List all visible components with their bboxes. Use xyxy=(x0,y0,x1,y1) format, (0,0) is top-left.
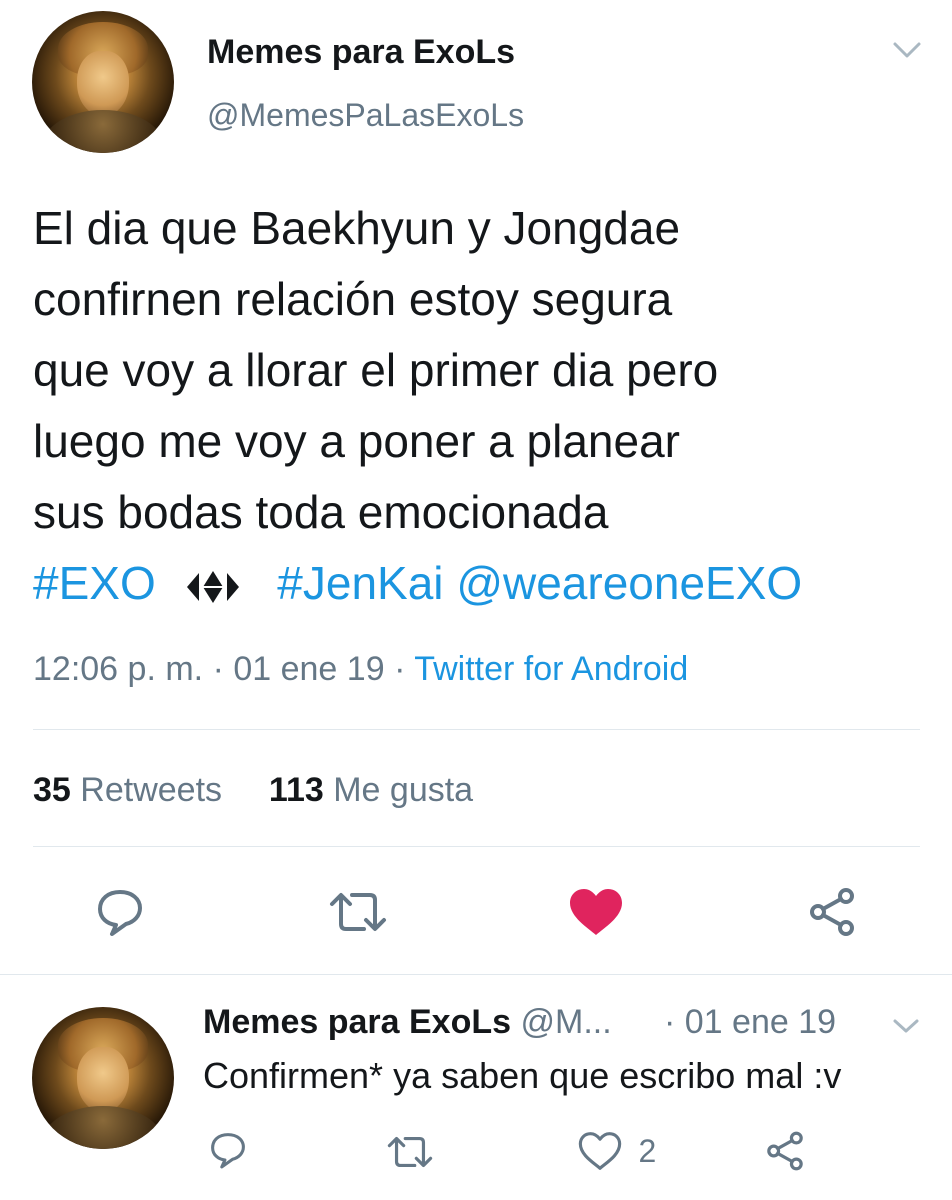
display-name[interactable]: Memes para ExoLs xyxy=(207,33,515,72)
reply-user-handle[interactable]: @M... xyxy=(520,1003,611,1041)
heart-icon xyxy=(578,1132,622,1170)
exo-logo-icon xyxy=(186,570,239,603)
likes-label: Me gusta xyxy=(333,771,474,809)
tweet-tags-line: #EXO #JenKai @weareoneEXO xyxy=(33,548,933,619)
likes-count: 113 xyxy=(268,771,324,809)
share-icon[interactable] xyxy=(764,1130,806,1172)
retweets-count: 35 xyxy=(33,771,71,809)
tweet-text-line: confirnen relación estoy segura xyxy=(33,273,673,325)
retweets-stat[interactable]: 35 Retweets xyxy=(33,771,231,809)
reply-icon[interactable] xyxy=(94,886,146,938)
reply-display-name[interactable]: Memes para ExoLs xyxy=(203,1003,511,1041)
retweet-icon[interactable] xyxy=(328,888,388,936)
heart-icon[interactable] xyxy=(568,887,624,937)
retweet-icon[interactable] xyxy=(386,1133,434,1171)
hashtag-jenkai[interactable]: #JenKai xyxy=(277,557,443,609)
tweet-text-line: sus bodas toda emocionada xyxy=(33,486,609,538)
divider xyxy=(0,974,952,975)
reply-avatar[interactable] xyxy=(32,1007,174,1149)
divider xyxy=(33,729,920,730)
tweet-date[interactable]: 01 ene 19 xyxy=(233,650,384,688)
retweets-label: Retweets xyxy=(80,771,223,809)
avatar[interactable] xyxy=(32,11,174,153)
tweet-text-line: luego me voy a poner a planear xyxy=(33,415,680,467)
meta-separator: · xyxy=(212,650,224,688)
meta-separator: · xyxy=(394,650,406,688)
share-icon[interactable] xyxy=(806,886,858,938)
tweet-text-line: El dia que Baekhyun y Jongdae xyxy=(33,202,681,254)
tweet-text-line: que voy a llorar el primer dia pero xyxy=(33,344,719,396)
reply-header: Memes para ExoLs @M... xyxy=(203,1003,612,1042)
tweet-stats: 35 Retweets 113 Me gusta xyxy=(33,771,473,810)
likes-stat[interactable]: 113 Me gusta xyxy=(269,771,473,809)
reply-icon[interactable] xyxy=(208,1130,248,1170)
tweet-source-link[interactable]: Twitter for Android xyxy=(414,650,688,688)
chevron-down-icon[interactable] xyxy=(889,1015,923,1037)
reply-date[interactable]: · 01 ene 19 xyxy=(664,1003,836,1042)
reply-text: Confirmen* ya saben que escribo mal :v xyxy=(203,1055,842,1096)
mention-link[interactable]: @weareoneEXO xyxy=(456,557,802,609)
like-action[interactable]: 2 xyxy=(578,1131,656,1171)
hashtag-exo[interactable]: #EXO xyxy=(33,557,156,609)
user-handle[interactable]: @MemesPaLasExoLs xyxy=(207,97,524,134)
divider xyxy=(33,846,920,847)
reply-likes-count: 2 xyxy=(638,1132,657,1169)
tweet-text: El dia que Baekhyun y Jongdae confirnen … xyxy=(33,193,933,619)
tweet-meta: 12:06 p. m. · 01 ene 19 · Twitter for An… xyxy=(33,650,688,689)
tweet-time[interactable]: 12:06 p. m. xyxy=(33,650,203,688)
chevron-down-icon[interactable] xyxy=(889,38,925,62)
